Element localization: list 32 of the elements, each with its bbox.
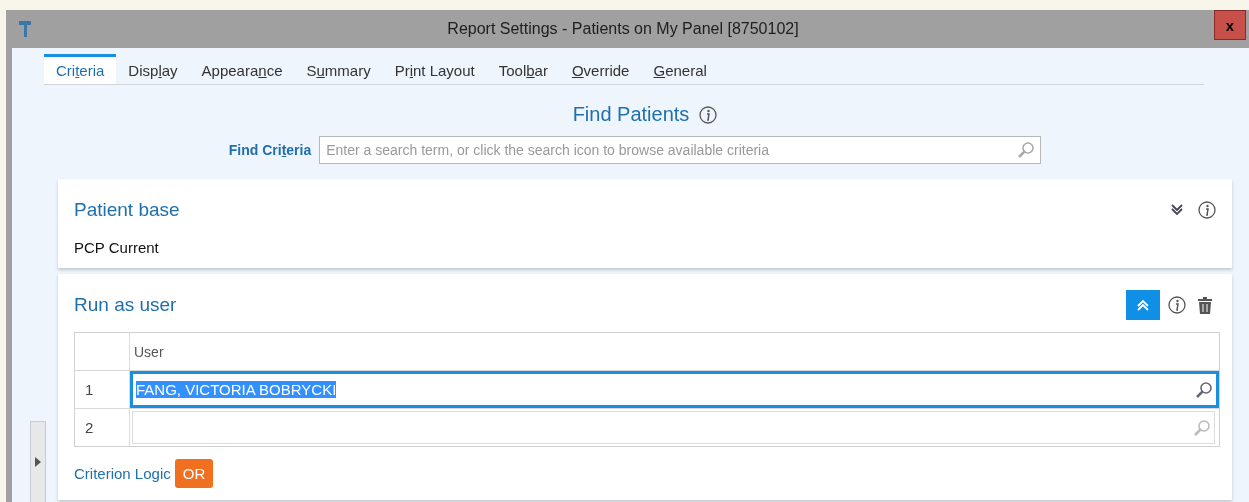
search-icon[interactable]	[1195, 380, 1213, 399]
tab[interactable]: General	[641, 54, 719, 84]
info-icon[interactable]	[1168, 296, 1186, 314]
search-field[interactable]: Enter a search term, or click the search icon to browse available criteria	[319, 136, 1042, 164]
tab[interactable]: Summary	[294, 54, 383, 84]
trash-icon[interactable]	[1198, 296, 1212, 314]
card-title: Run as user	[74, 294, 178, 316]
tab[interactable]: Appearance	[189, 54, 295, 84]
info-icon[interactable]	[699, 105, 718, 124]
tab[interactable]: Print Layout	[382, 54, 487, 84]
row-number: 2	[75, 409, 130, 446]
double-chevron-down-icon	[1171, 204, 1183, 216]
column-header: User	[133, 342, 164, 362]
tab[interactable]: Criteria	[44, 54, 117, 84]
window-title: Report Settings - Patients on My Panel [8750102]	[446, 20, 800, 38]
double-chevron-up-icon	[1137, 299, 1149, 311]
tab[interactable]: Override	[559, 54, 642, 84]
close-button[interactable]: x	[1214, 10, 1246, 40]
expand-arrow-icon	[35, 457, 41, 467]
card-title: Patient base	[74, 199, 181, 221]
input-field[interactable]	[132, 411, 1215, 444]
row-number: 1	[75, 371, 130, 408]
info-icon[interactable]	[1198, 201, 1216, 219]
find-criteria-label: Find Criteria	[228, 142, 312, 158]
panel-toggle[interactable]	[30, 421, 46, 502]
hammer-icon	[18, 20, 32, 38]
criterion-value: PCP Current	[74, 239, 160, 256]
tab[interactable]: Display	[116, 54, 190, 84]
page-heading: Find Patients	[572, 103, 690, 126]
collapse-button[interactable]	[1126, 290, 1160, 320]
criterion-logic-label: Criterion Logic	[74, 465, 171, 482]
tab[interactable]: Toolbar	[486, 54, 560, 84]
